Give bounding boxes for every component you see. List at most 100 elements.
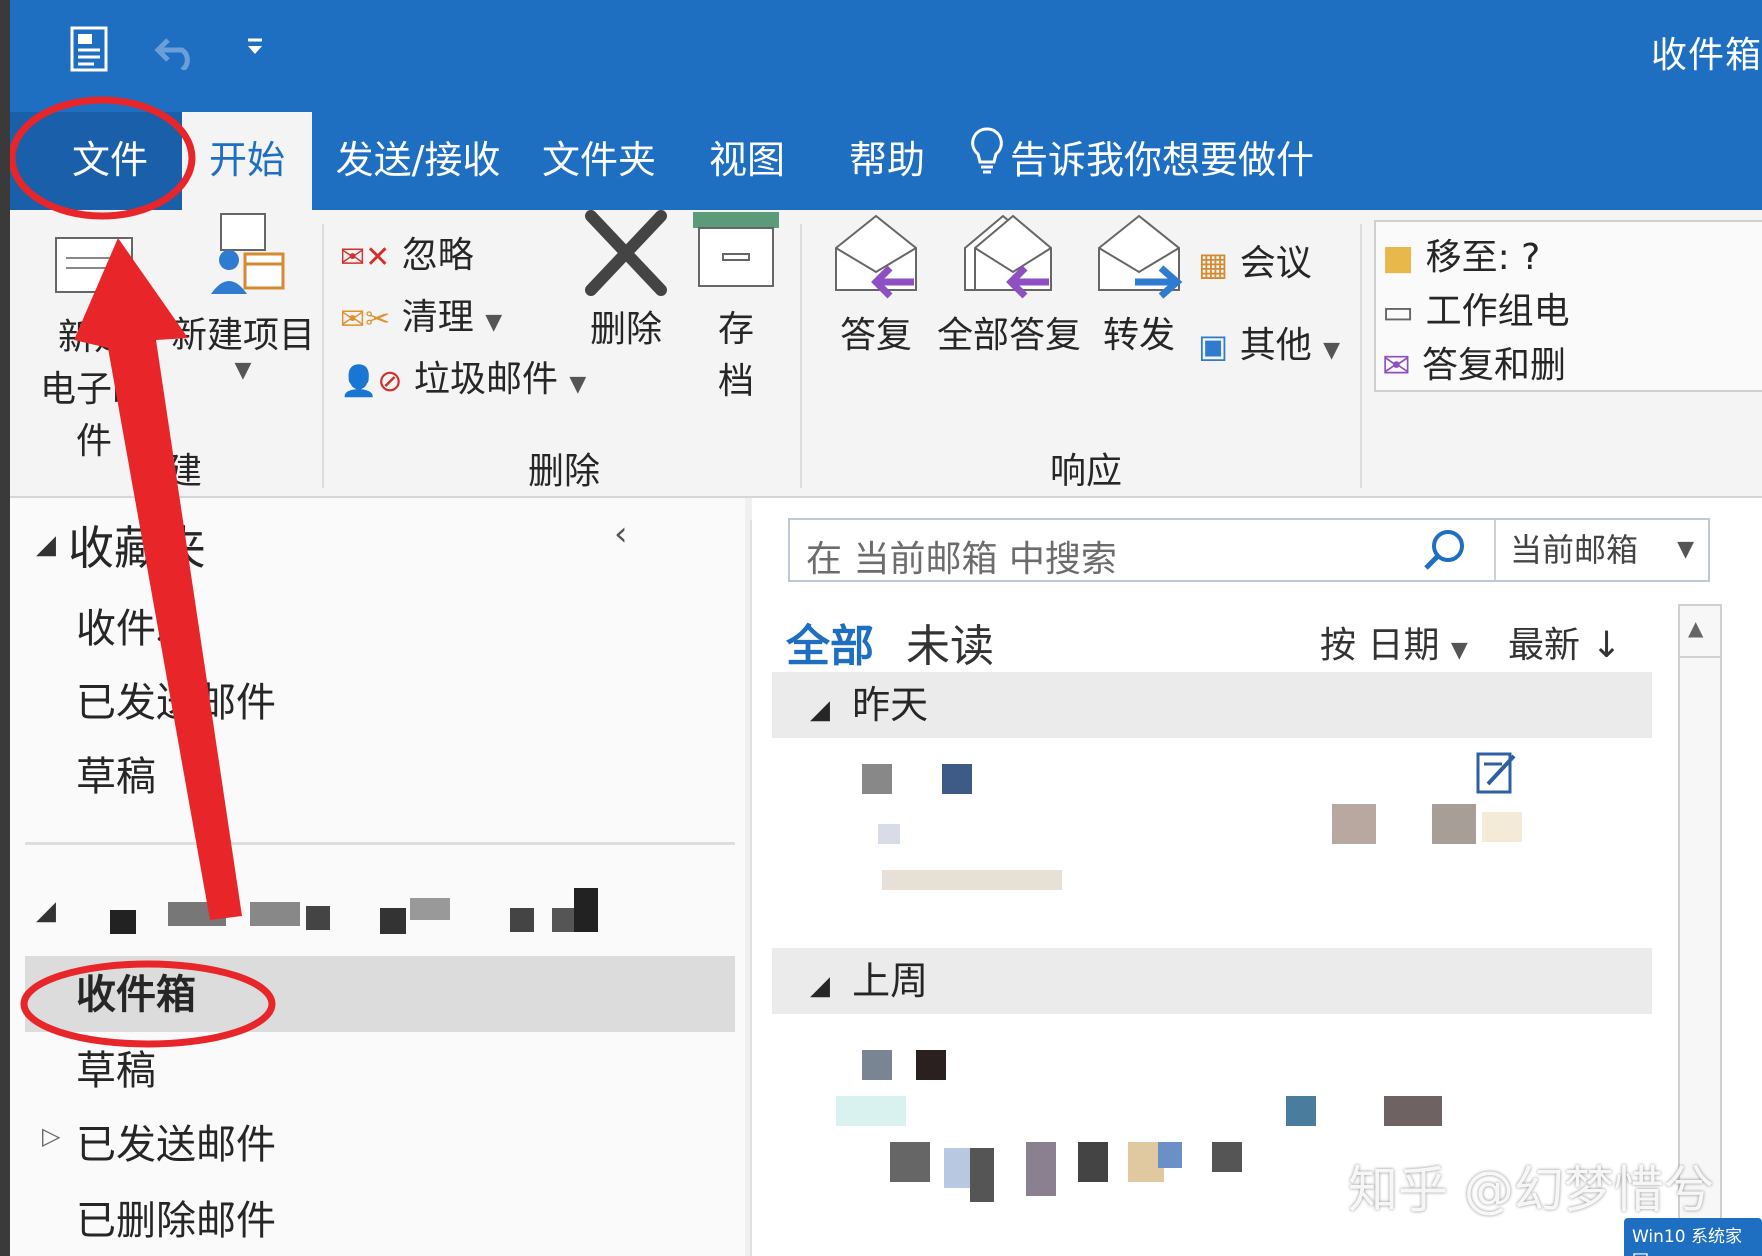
reply-delete-icon: ✉ [1382, 346, 1411, 386]
message-item[interactable] [772, 742, 1652, 932]
delete-icon [585, 210, 667, 296]
group-header-last-week[interactable]: ◢ 上周 [772, 948, 1652, 1014]
reply-all-icon [964, 214, 1052, 299]
cleanup-icon: ✉✂ [340, 302, 391, 337]
watermark-text: 知乎 @幻梦惜兮 [1348, 1161, 1714, 1219]
ignore-label: 忽略 [401, 235, 474, 276]
collapse-triangle-icon: ◢ [810, 971, 830, 1001]
ribbon-divider [322, 224, 324, 488]
fav-folder-drafts[interactable]: 草稿 [76, 744, 156, 802]
group-header-yesterday[interactable]: ◢ 昨天 [772, 672, 1652, 738]
archive-label-2: 档 [717, 361, 754, 402]
new-items-button[interactable]: 新建项目 ▼ [168, 210, 318, 383]
new-email-icon [55, 237, 133, 293]
collapse-pane-icon[interactable]: ‹ [614, 514, 628, 554]
folder-drafts[interactable]: 草稿 [76, 1038, 156, 1096]
ribbon-tabs: 文件 开始 发送/接收 文件夹 视图 帮助 告诉我你想要做什么 [10, 112, 1762, 281]
tab-send-receive[interactable]: 发送/接收 [328, 112, 508, 210]
junk-icon: 👤⊘ [340, 364, 403, 399]
search-scope-label: 当前邮箱 [1510, 531, 1639, 569]
delete-label: 删除 [589, 309, 662, 350]
chevron-down-icon: ▼ [1677, 537, 1694, 562]
expand-triangle-icon[interactable]: ▷ [42, 1122, 60, 1150]
search-scope-dropdown[interactable]: 当前邮箱 ▼ [1494, 520, 1706, 580]
draft-edit-icon [1474, 748, 1520, 800]
scrollbar[interactable]: ▲ [1678, 604, 1722, 1244]
new-items-icon [211, 213, 285, 294]
sort-by-label: 按 日期 [1320, 625, 1440, 666]
archive-button[interactable]: 存 档 [686, 210, 786, 404]
corner-logo: Win10 系统家园 [1624, 1218, 1762, 1256]
search-icon[interactable] [1422, 528, 1468, 576]
tell-me-box[interactable]: 告诉我你想要做什么 [970, 112, 1350, 281]
ignore-button[interactable]: ✉✕ 忽略 [340, 226, 474, 278]
fav-folder-inbox[interactable]: 收件箱 [76, 596, 196, 654]
tab-folder[interactable]: 文件夹 [534, 112, 664, 210]
move-to-label: 移至: ? [1425, 237, 1541, 278]
quick-steps-gallery: ■ 移至: ? ▭ 工作组电 ✉ 答复和删 [1374, 220, 1762, 392]
group-label-new: 新建 [130, 451, 203, 492]
quick-step-reply-delete[interactable]: ✉ 答复和删 [1382, 336, 1566, 388]
more-respond-label: 其他 [1239, 325, 1312, 366]
reply-delete-label: 答复和删 [1421, 345, 1566, 386]
quick-step-team-email[interactable]: ▭ 工作组电 [1382, 282, 1570, 334]
folder-sent[interactable]: 已发送邮件 [76, 1112, 276, 1170]
lightbulb-icon [970, 115, 1004, 211]
account-name-redacted[interactable] [70, 888, 710, 938]
collapse-triangle-icon: ◢ [810, 695, 830, 725]
folder-pane: ◢ 收藏夹 ‹ 收件箱 已发送邮件 草稿 ◢ 收件箱 草稿 ▷ 已发送邮件 已删… [10, 498, 745, 1256]
collapse-triangle-icon[interactable]: ◢ [36, 530, 56, 560]
new-email-button[interactable]: 新建 电子邮件 [24, 220, 164, 464]
folder-icon: ■ [1382, 238, 1415, 278]
undo-icon[interactable] [154, 30, 200, 74]
send-receive-icon[interactable] [66, 24, 114, 78]
ribbon: 新建 电子邮件 新建项目 ▼ 新建 ✉✕ 忽略 ✉✂ 清理 ▼ 👤⊘ 垃圾邮件 … [10, 210, 1762, 498]
new-items-label: 新建项目 [170, 315, 315, 356]
title-bar: 收件箱 [10, 0, 1762, 112]
cleanup-button[interactable]: ✉✂ 清理 ▼ [340, 288, 502, 340]
email-icon: ▭ [1382, 292, 1415, 332]
filter-all[interactable]: 全部 [786, 610, 874, 674]
message-list-pane: 在 当前邮箱 中搜索 当前邮箱 ▼ 全部 未读 按 日期 ▼ 最新 ↓ ▲ ◢ … [752, 498, 1762, 1256]
more-respond-icon: ▣ [1198, 327, 1229, 365]
folder-inbox[interactable]: 收件箱 [76, 962, 196, 1020]
junk-button[interactable]: 👤⊘ 垃圾邮件 ▼ [340, 350, 586, 402]
scroll-up-icon[interactable]: ▲ [1688, 616, 1703, 640]
more-respond-button[interactable]: ▣ 其他 ▼ [1198, 316, 1340, 368]
meeting-label: 会议 [1239, 243, 1312, 284]
archive-label-1: 存 [717, 309, 754, 350]
sort-order-toggle[interactable]: 最新 ↓ [1508, 616, 1622, 668]
chevron-down-icon: ▼ [1323, 338, 1341, 363]
search-box[interactable]: 在 当前邮箱 中搜索 当前邮箱 ▼ [788, 518, 1710, 582]
new-email-label-1: 新建 [57, 317, 130, 358]
team-email-label: 工作组电 [1425, 291, 1570, 332]
search-input[interactable]: 在 当前邮箱 中搜索 [806, 530, 1117, 582]
reply-all-button[interactable]: 全部答复 [934, 210, 1084, 358]
forward-icon [1098, 214, 1183, 299]
favorites-header[interactable]: 收藏夹 [68, 512, 206, 578]
filter-unread[interactable]: 未读 [906, 610, 994, 674]
chevron-down-icon: ▼ [234, 358, 252, 383]
group-label-last-week: 上周 [852, 959, 929, 1003]
tab-view[interactable]: 视图 [692, 112, 802, 210]
fav-folder-sent[interactable]: 已发送邮件 [76, 670, 276, 728]
group-label-delete: 删除 [528, 451, 601, 492]
quick-step-move-to[interactable]: ■ 移至: ? [1382, 228, 1540, 280]
collapse-triangle-icon[interactable]: ◢ [36, 896, 56, 926]
meeting-button[interactable]: ▦ 会议 [1198, 234, 1312, 286]
ignore-icon: ✉✕ [340, 240, 391, 275]
sort-by-dropdown[interactable]: 按 日期 ▼ [1320, 616, 1468, 668]
archive-icon [693, 212, 779, 287]
delete-button[interactable]: 删除 [576, 210, 676, 352]
group-label-respond: 响应 [1050, 451, 1123, 492]
reply-button[interactable]: 答复 [816, 210, 936, 358]
reply-label: 答复 [839, 315, 912, 356]
tab-home[interactable]: 开始 [182, 112, 312, 210]
customize-dropdown-icon[interactable] [246, 36, 264, 62]
folder-deleted[interactable]: 已删除邮件 [76, 1188, 276, 1246]
tab-help[interactable]: 帮助 [832, 112, 942, 210]
group-label-yesterday: 昨天 [852, 683, 929, 727]
chevron-down-icon: ▼ [1450, 638, 1468, 663]
tab-file[interactable]: 文件 [10, 112, 210, 210]
forward-button[interactable]: 转发 [1084, 210, 1194, 358]
